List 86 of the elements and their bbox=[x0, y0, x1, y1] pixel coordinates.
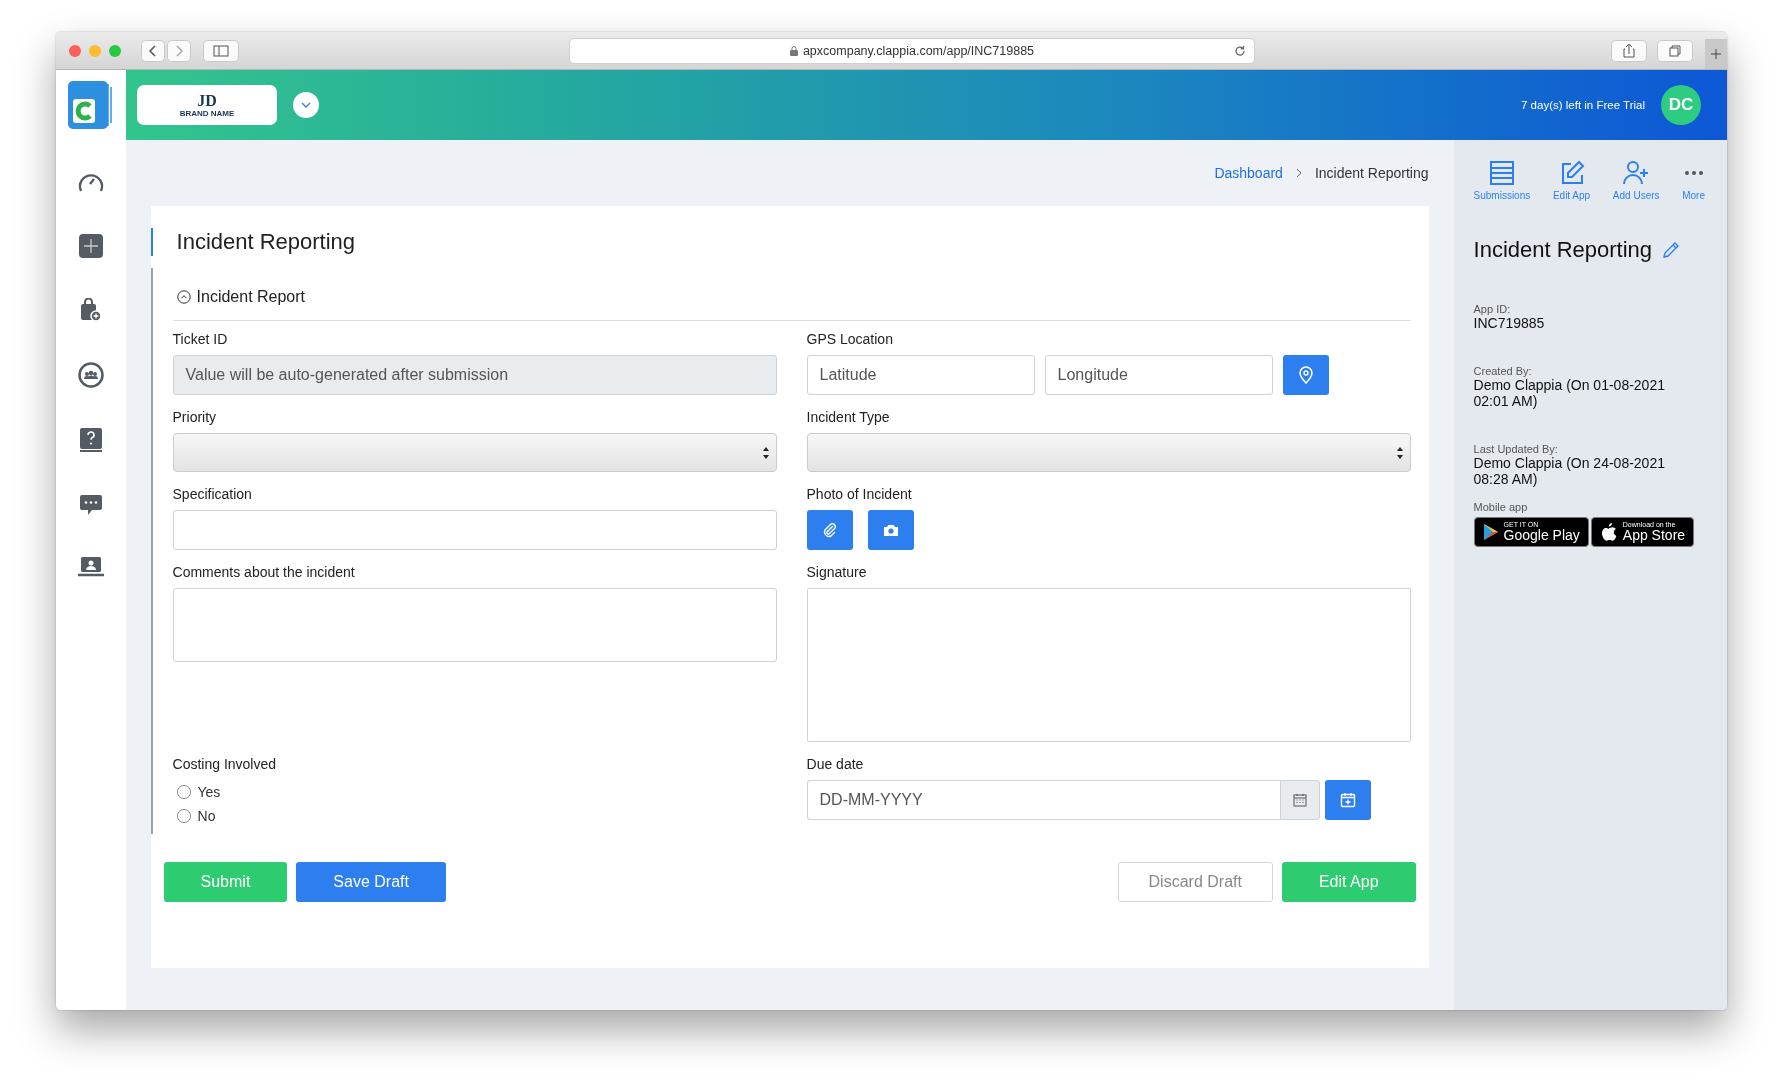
edit-app-button[interactable]: Edit App bbox=[1281, 862, 1416, 902]
field-label: Photo of Incident bbox=[806, 486, 913, 502]
field-label: GPS Location bbox=[806, 331, 894, 347]
app-logo-icon[interactable] bbox=[68, 81, 114, 129]
address-bar[interactable]: apxcompany.clappia.com/app/INC719885 bbox=[569, 37, 1255, 64]
comments-field[interactable] bbox=[172, 588, 777, 662]
location-button[interactable] bbox=[1282, 355, 1329, 395]
coordinate-field[interactable]: Longitude bbox=[1044, 355, 1273, 395]
field-label: Specification bbox=[172, 486, 253, 502]
lock-icon bbox=[789, 45, 798, 56]
field-label: Comments about the incident bbox=[172, 564, 356, 580]
new-tab-icon[interactable] bbox=[1705, 39, 1727, 69]
tabs-icon[interactable] bbox=[1657, 39, 1693, 62]
radio-option[interactable]: Yes bbox=[176, 784, 777, 800]
breadcrumb-current: Incident Reporting bbox=[1314, 165, 1429, 181]
brand-name: BRAND NAME bbox=[179, 108, 235, 118]
list-icon bbox=[1488, 160, 1515, 186]
map-pin-icon bbox=[1298, 366, 1313, 384]
info-label: App ID: bbox=[1473, 303, 1512, 315]
form-title: Incident Reporting bbox=[150, 228, 1429, 256]
info-value: INC719885 bbox=[1473, 315, 1546, 331]
zoom-window-icon[interactable] bbox=[109, 44, 121, 57]
help-book-icon[interactable] bbox=[79, 428, 102, 454]
field-label: Signature bbox=[806, 564, 868, 580]
sidebar-toggle-icon[interactable] bbox=[203, 39, 239, 62]
panel-action[interactable]: Edit App bbox=[1552, 160, 1591, 201]
apple-icon bbox=[1599, 522, 1618, 542]
field-label: Incident Type bbox=[806, 409, 891, 425]
info-value: Demo Clappia (On 24-08-2021 08:28 AM) bbox=[1473, 455, 1666, 487]
ticket-id-field: Value will be auto-generated after submission bbox=[172, 355, 777, 395]
panel-action[interactable]: Submissions bbox=[1473, 160, 1531, 201]
user-avatar[interactable]: DC bbox=[1661, 85, 1701, 125]
camera-icon bbox=[882, 523, 899, 537]
select-field[interactable] bbox=[172, 433, 777, 472]
camera-button[interactable] bbox=[867, 510, 914, 550]
mobile-app-label: Mobile app bbox=[1473, 501, 1529, 513]
coordinate-field[interactable]: Latitude bbox=[806, 355, 1035, 395]
field-label: Priority bbox=[172, 409, 218, 425]
discard-draft-button[interactable]: Discard Draft bbox=[1117, 862, 1273, 902]
reload-icon[interactable] bbox=[1234, 44, 1246, 57]
dropdown-chevron-icon[interactable] bbox=[293, 92, 319, 118]
share-icon[interactable] bbox=[1611, 39, 1647, 62]
calendar-addon[interactable] bbox=[1279, 780, 1320, 820]
field-label: Ticket ID bbox=[172, 331, 229, 347]
paperclip-icon bbox=[821, 522, 838, 538]
laptop-user-icon[interactable] bbox=[77, 556, 104, 578]
calendar-add-button[interactable] bbox=[1324, 780, 1371, 820]
select-field[interactable] bbox=[806, 433, 1411, 472]
app-title: Incident Reporting bbox=[1473, 237, 1653, 263]
field-label: Costing Involved bbox=[172, 756, 278, 772]
minimize-window-icon[interactable] bbox=[89, 44, 101, 57]
back-icon[interactable] bbox=[141, 39, 165, 62]
url-text: apxcompany.clappia.com/app/INC719885 bbox=[802, 43, 1035, 58]
calendar-icon bbox=[1292, 793, 1307, 807]
info-label: Created By: bbox=[1473, 365, 1533, 377]
group-icon[interactable] bbox=[77, 362, 104, 388]
breadcrumb-link[interactable]: Dashboard bbox=[1214, 165, 1283, 181]
close-window-icon[interactable] bbox=[69, 44, 81, 57]
add-app-icon[interactable] bbox=[78, 234, 103, 258]
more-icon bbox=[1684, 170, 1703, 176]
save-draft-button[interactable]: Save Draft bbox=[296, 862, 446, 902]
chat-icon[interactable] bbox=[79, 494, 102, 516]
date-field[interactable]: DD-MM-YYYY bbox=[806, 780, 1280, 820]
info-value: Demo Clappia (On 01-08-2021 02:01 AM) bbox=[1473, 377, 1666, 409]
forward-icon[interactable] bbox=[167, 39, 191, 62]
add-user-icon bbox=[1623, 160, 1650, 186]
calendar-add-icon bbox=[1339, 792, 1356, 808]
brand-logo[interactable]: JD BRAND NAME bbox=[137, 85, 277, 125]
panel-action[interactable]: Add Users bbox=[1612, 160, 1660, 201]
attach-button[interactable] bbox=[806, 510, 853, 550]
collapse-chevron-icon bbox=[176, 290, 191, 304]
brand-monogram: JD bbox=[197, 92, 217, 109]
field-label: Due date bbox=[806, 756, 865, 772]
panel-action[interactable]: More bbox=[1682, 160, 1705, 201]
submit-button[interactable]: Submit bbox=[163, 862, 288, 902]
breadcrumb-chevron-icon bbox=[1294, 168, 1303, 178]
section-header[interactable]: Incident Report bbox=[172, 288, 1411, 321]
radio-option[interactable]: No bbox=[176, 808, 777, 824]
bag-add-icon[interactable] bbox=[78, 298, 103, 322]
trial-notice: 7 day(s) left in Free Trial bbox=[1521, 99, 1645, 111]
text-field[interactable] bbox=[172, 510, 777, 550]
pencil-icon[interactable] bbox=[1662, 241, 1681, 259]
info-label: Last Updated By: bbox=[1473, 443, 1559, 455]
select-arrows-icon bbox=[1395, 445, 1404, 460]
select-arrows-icon bbox=[761, 445, 770, 460]
play-store-icon bbox=[1482, 523, 1499, 541]
